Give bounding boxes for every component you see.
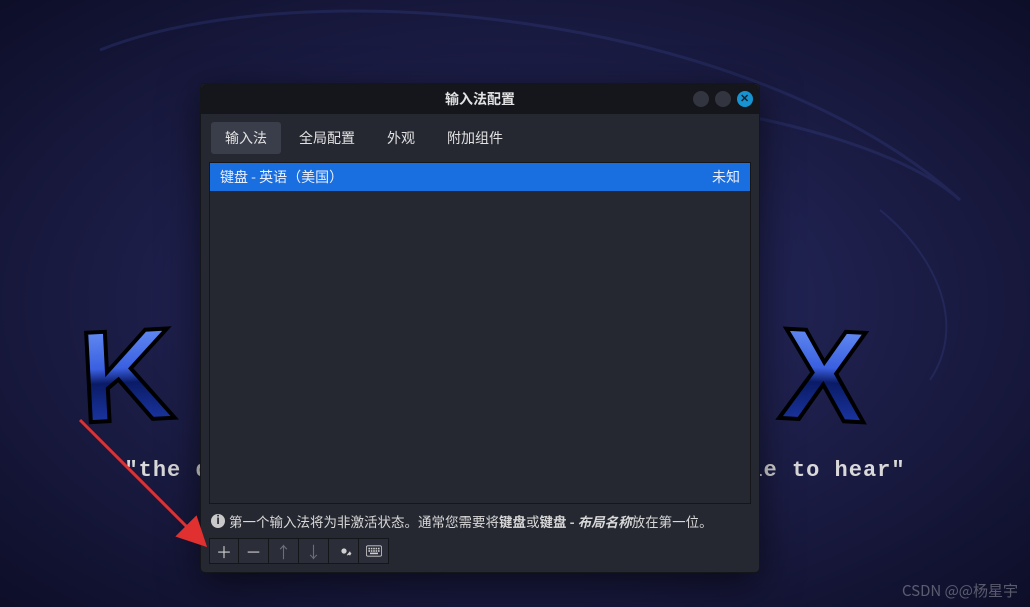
svg-text:K: K [76, 300, 177, 451]
maximize-button[interactable] [715, 91, 731, 107]
gear-icon [336, 539, 352, 563]
tab-global-config[interactable]: 全局配置 [285, 122, 369, 154]
info-icon: i [211, 514, 225, 528]
add-button[interactable]: ＋ [209, 538, 239, 564]
settings-button[interactable] [329, 538, 359, 564]
ime-list[interactable]: 键盘 - 英语（美国） 未知 [209, 162, 751, 504]
tabbar: 输入法 全局配置 外观 附加组件 [201, 114, 759, 162]
ime-status: 未知 [712, 167, 740, 187]
watermark: CSDN @@杨星宇 [902, 580, 1018, 601]
remove-button[interactable]: － [239, 538, 269, 564]
tab-input-method[interactable]: 输入法 [211, 122, 281, 154]
close-button[interactable] [737, 91, 753, 107]
titlebar: 输入法配置 [201, 84, 759, 114]
move-down-button[interactable]: ↓ [299, 538, 329, 564]
ime-config-window: 输入法配置 输入法 全局配置 外观 附加组件 键盘 - 英语（美国） 未知 i … [200, 83, 760, 573]
tab-addons[interactable]: 附加组件 [433, 122, 517, 154]
hint-text: i 第一个输入法将为非激活状态。通常您需要将键盘或键盘 - 布局名称放在第一位。 [201, 504, 759, 534]
move-up-button[interactable]: ↑ [269, 538, 299, 564]
window-title: 输入法配置 [201, 89, 759, 109]
minimize-button[interactable] [693, 91, 709, 107]
toolbar: ＋ － ↑ ↓ [201, 534, 759, 572]
ime-name: 键盘 - 英语（美国） [220, 167, 343, 187]
tab-appearance[interactable]: 外观 [373, 122, 429, 154]
svg-text:X: X [776, 300, 870, 450]
keyboard-button[interactable] [359, 538, 389, 564]
list-item[interactable]: 键盘 - 英语（美国） 未知 [210, 163, 750, 191]
keyboard-icon [366, 539, 382, 563]
